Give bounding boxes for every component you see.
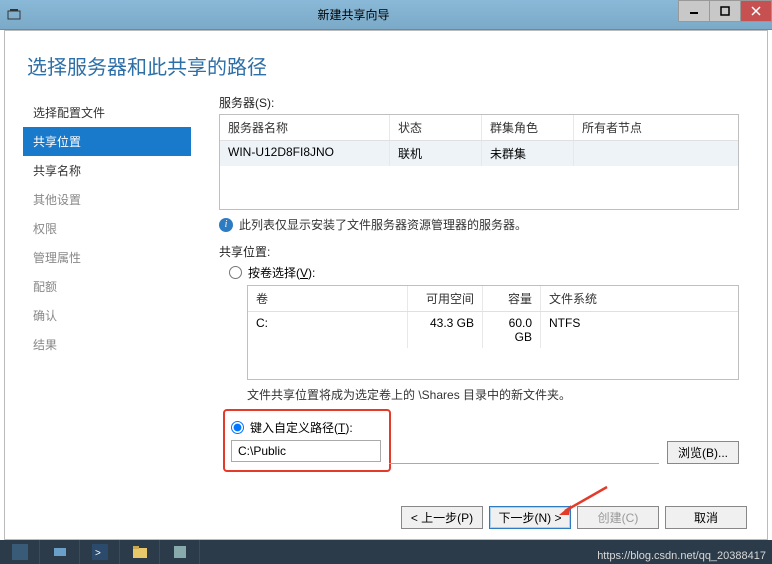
taskbar-start-icon[interactable] [0, 540, 40, 564]
sidebar-item-confirm: 确认 [23, 301, 191, 330]
col-cluster-role[interactable]: 群集角色 [482, 115, 574, 140]
main-panel: 服务器(S): 服务器名称 状态 群集角色 所有者节点 WIN-U12D8FI8… [191, 94, 767, 472]
sidebar-item-perms: 权限 [23, 214, 191, 243]
volume-note: 文件共享位置将成为选定卷上的 \Shares 目录中的新文件夹。 [247, 386, 739, 403]
cell-free: 43.3 GB [408, 312, 483, 348]
col-status[interactable]: 状态 [390, 115, 482, 140]
wizard-body: 选择服务器和此共享的路径 选择配置文件 共享位置 共享名称 其他设置 权限 管理… [4, 30, 768, 540]
radio-custom-path[interactable] [231, 421, 244, 434]
servers-table[interactable]: 服务器名称 状态 群集角色 所有者节点 WIN-U12D8FI8JNO 联机 未… [219, 114, 739, 210]
cell-owner [574, 141, 738, 166]
cell-status: 联机 [390, 141, 482, 166]
col-free[interactable]: 可用空间 [408, 286, 483, 311]
sidebar-item-mgmt: 管理属性 [23, 243, 191, 272]
col-capacity[interactable]: 容量 [483, 286, 541, 311]
taskbar[interactable]: > [0, 540, 772, 564]
servers-table-head: 服务器名称 状态 群集角色 所有者节点 [220, 115, 738, 141]
cell-capacity: 60.0 GB [483, 312, 541, 348]
custom-path-input[interactable] [231, 440, 381, 462]
volume-row[interactable]: C: 43.3 GB 60.0 GB NTFS [248, 312, 738, 348]
info-note: i 此列表仅显示安装了文件服务器资源管理器的服务器。 [219, 216, 739, 233]
col-owner-node[interactable]: 所有者节点 [574, 115, 738, 140]
cell-server-name: WIN-U12D8FI8JNO [220, 141, 390, 166]
sidebar-item-quota: 配额 [23, 272, 191, 301]
info-text: 此列表仅显示安装了文件服务器资源管理器的服务器。 [239, 216, 527, 233]
page-heading: 选择服务器和此共享的路径 [5, 31, 767, 94]
browse-button[interactable]: 浏览(B)... [667, 441, 739, 464]
minimize-button[interactable] [678, 0, 710, 22]
sidebar-item-profile[interactable]: 选择配置文件 [23, 98, 191, 127]
radio-by-volume-label: 按卷选择(V): [248, 264, 315, 281]
radio-by-volume-row[interactable]: 按卷选择(V): [229, 264, 739, 281]
info-icon: i [219, 218, 233, 232]
taskbar-powershell-icon[interactable]: > [80, 540, 120, 564]
col-volume[interactable]: 卷 [248, 286, 408, 311]
radio-custom-path-label: 键入自定义路径(T): [250, 419, 353, 436]
col-filesystem[interactable]: 文件系统 [541, 286, 738, 311]
cell-role: 未群集 [482, 141, 574, 166]
wizard-button-bar: < 上一步(P) 下一步(N) > 创建(C) 取消 [401, 506, 747, 529]
taskbar-explorer-icon[interactable] [120, 540, 160, 564]
maximize-button[interactable] [709, 0, 741, 22]
taskbar-server-manager-icon[interactable] [40, 540, 80, 564]
app-icon [6, 7, 22, 23]
sidebar-item-location[interactable]: 共享位置 [23, 127, 191, 156]
next-button[interactable]: 下一步(N) > [489, 506, 571, 529]
sidebar-item-name[interactable]: 共享名称 [23, 156, 191, 185]
radio-custom-path-row[interactable]: 键入自定义路径(T): [231, 419, 383, 436]
cell-filesystem: NTFS [541, 312, 738, 348]
custom-path-highlight: 键入自定义路径(T): [223, 409, 391, 472]
path-input-extension[interactable] [389, 442, 659, 464]
volumes-table-head: 卷 可用空间 容量 文件系统 [248, 286, 738, 312]
servers-label: 服务器(S): [219, 94, 739, 111]
wizard-steps-sidebar: 选择配置文件 共享位置 共享名称 其他设置 权限 管理属性 配额 确认 结果 [5, 94, 191, 472]
prev-button[interactable]: < 上一步(P) [401, 506, 483, 529]
svg-text:>: > [95, 548, 101, 559]
close-button[interactable] [740, 0, 772, 22]
title-bar: 新建共享向导 [0, 0, 772, 30]
volumes-table[interactable]: 卷 可用空间 容量 文件系统 C: 43.3 GB 60.0 GB NTFS [247, 285, 739, 380]
col-server-name[interactable]: 服务器名称 [220, 115, 390, 140]
sidebar-item-other: 其他设置 [23, 185, 191, 214]
sidebar-item-result: 结果 [23, 330, 191, 359]
share-location-label: 共享位置: [219, 243, 739, 260]
server-row[interactable]: WIN-U12D8FI8JNO 联机 未群集 [220, 141, 738, 166]
cell-volume: C: [248, 312, 408, 348]
create-button: 创建(C) [577, 506, 659, 529]
radio-by-volume[interactable] [229, 266, 242, 279]
cancel-button[interactable]: 取消 [665, 506, 747, 529]
taskbar-app-icon[interactable] [160, 540, 200, 564]
window-title: 新建共享向导 [28, 6, 679, 23]
